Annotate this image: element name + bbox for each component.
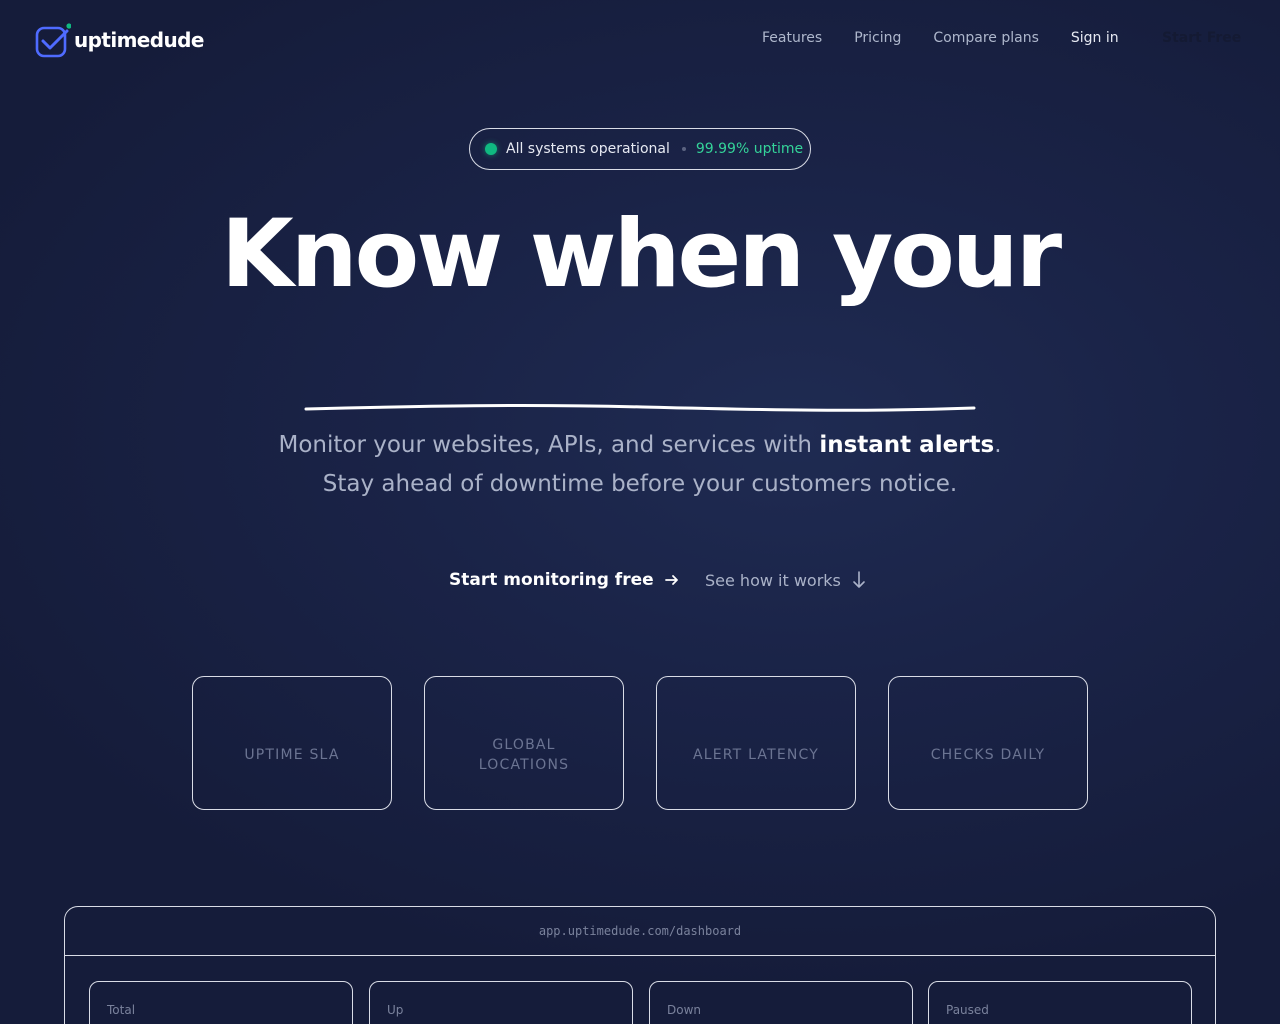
brand-logo[interactable]: uptimedude [35, 23, 204, 58]
dashboard-card-label: Up [387, 1003, 404, 1017]
start-monitoring-button[interactable]: Start monitoring free [449, 570, 680, 590]
start-free-button[interactable]: Start Free [1162, 30, 1241, 46]
nav-link-pricing[interactable]: Pricing [854, 30, 901, 46]
status-badge: All systems operational 99.99% uptime [469, 128, 811, 170]
hero-subtitle: Monitor your websites, APIs, and service… [250, 426, 1030, 504]
status-indicator-dot [485, 143, 497, 155]
arrow-down-icon [851, 570, 867, 590]
top-nav: uptimedude Features Pricing Compare plan… [0, 0, 1280, 80]
dashboard-card-label: Total [107, 1003, 136, 1017]
dashboard-card-total: Total [89, 981, 353, 1024]
nav-link-features[interactable]: Features [762, 30, 822, 46]
sign-in-link[interactable]: Sign in [1071, 30, 1119, 46]
stat-card-uptime-sla: UPTIME SLA [192, 676, 392, 810]
nav-link-compare-plans[interactable]: Compare plans [933, 30, 1038, 46]
dashboard-card-up: Up [369, 981, 633, 1024]
logo-check-icon [35, 23, 72, 58]
browser-address-bar: app.uptimedude.com/dashboard [65, 907, 1215, 956]
stat-label: GLOBAL LOCATIONS [478, 737, 570, 773]
hero-subtitle-emphasis: instant alerts [819, 432, 995, 458]
uptime-percentage: 99.99% uptime [695, 141, 804, 157]
dashboard-url: app.uptimedude.com/dashboard [538, 924, 742, 938]
nav-links: Features Pricing Compare plans Sign in [762, 30, 1151, 46]
stat-card-alert-latency: ALERT LATENCY [656, 676, 856, 810]
dashboard-card-label: Paused [946, 1003, 989, 1017]
separator-dot [681, 147, 686, 151]
stat-label: UPTIME SLA [244, 747, 340, 763]
stat-card-global-locations: GLOBAL LOCATIONS [424, 676, 624, 810]
dashboard-card-down: Down [649, 981, 913, 1024]
stat-label: ALERT LATENCY [692, 747, 820, 763]
start-monitoring-label: Start monitoring free [449, 570, 654, 590]
dashboard-card-label: Down [667, 1003, 702, 1017]
arrow-right-icon [664, 572, 680, 588]
stat-card-checks-daily: CHECKS DAILY [888, 676, 1088, 810]
dashboard-card-paused: Paused [928, 981, 1192, 1024]
hero-title: Know when your [220, 200, 1062, 309]
status-text: All systems operational [506, 141, 670, 157]
brand-name: uptimedude [74, 28, 204, 52]
hero-underline-stroke [304, 404, 976, 412]
stat-label: CHECKS DAILY [930, 747, 1046, 763]
dashboard-preview: app.uptimedude.com/dashboard Total Up Do… [64, 906, 1216, 1024]
see-how-it-works-link[interactable]: See how it works [705, 570, 867, 590]
hero-subtitle-part1: Monitor your websites, APIs, and service… [278, 432, 820, 458]
see-how-it-works-label: See how it works [705, 570, 841, 590]
